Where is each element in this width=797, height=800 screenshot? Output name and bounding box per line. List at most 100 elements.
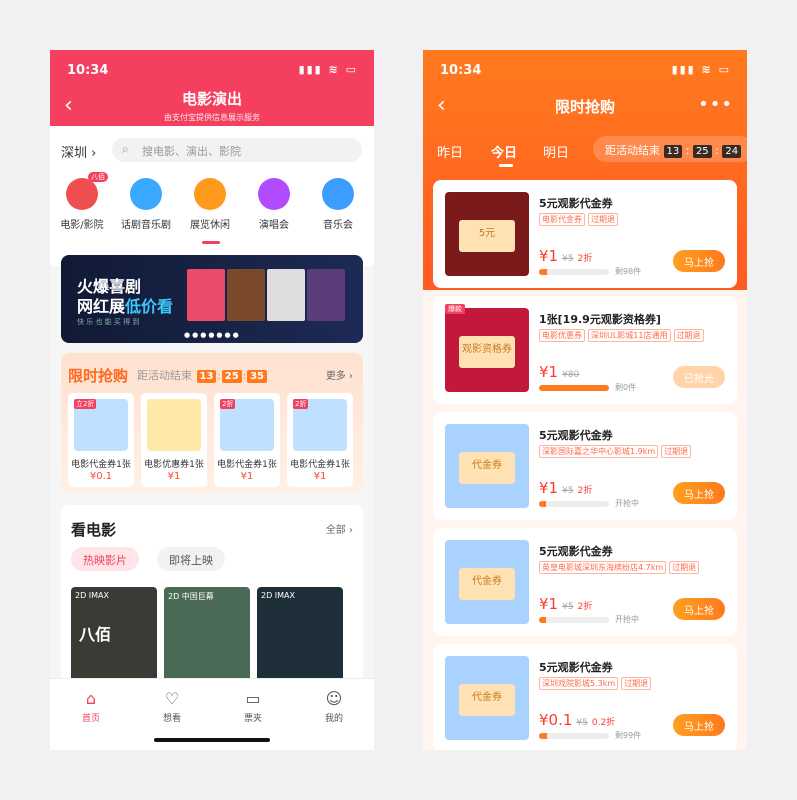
stock-status: 开抢中 bbox=[615, 615, 639, 624]
tab-tickets-icon: ▭ bbox=[245, 689, 261, 708]
status-time: 10:34 bbox=[440, 63, 482, 78]
grab-button[interactable]: 马上抢 bbox=[673, 482, 725, 504]
original-price: ¥5 bbox=[562, 486, 574, 496]
banner-poster bbox=[267, 269, 305, 321]
coupon-tag: 过期退 bbox=[588, 213, 618, 226]
flash-item-card[interactable]: 2折 电影代金券1张 ¥1 bbox=[287, 393, 353, 487]
grab-button: 已抢光 bbox=[673, 366, 725, 388]
status-icons: ▮▮▮ ≋ ▭ bbox=[298, 63, 358, 76]
more-icon[interactable]: ••• bbox=[698, 94, 733, 115]
category-item[interactable]: 八佰 电影/影院 bbox=[50, 172, 114, 231]
tab-profile[interactable]: ☺ 我的 bbox=[304, 689, 364, 724]
discount: 2折 bbox=[577, 486, 593, 496]
category-item[interactable]: 音乐会 bbox=[306, 178, 370, 231]
coupon-title: 5元观影代金券 bbox=[539, 197, 613, 210]
item-price: ¥1 bbox=[313, 471, 327, 482]
flash-countdown: 距活动结束 13:25:35 bbox=[137, 367, 268, 383]
promo-banner[interactable]: 火爆喜剧 网红展低价看 快 乐 也 能 买 得 到 ●●●●●●● bbox=[61, 255, 363, 343]
coupon-image: 5元 bbox=[445, 192, 529, 276]
coupon-card[interactable]: 代金券 5元观影代金券 深影国际嘉之华中心影城1.9km 过期退 ¥1 ¥5 2折 开抢中 马上… bbox=[433, 412, 737, 520]
banner-line2: 网红展低价看 bbox=[77, 297, 174, 316]
sale-price: ¥1 bbox=[539, 363, 559, 381]
category-icon bbox=[130, 178, 162, 210]
status-bar: 10:34 ▮▮▮ ≋ ▭ bbox=[50, 50, 374, 88]
coupon-card[interactable]: 代金券 5元观影代金券 英皇电影城深圳东海缤纷店4.7km 过期退 ¥1 ¥5 2折 开抢中 马… bbox=[433, 528, 737, 636]
discount-tag: 2折 bbox=[220, 399, 236, 409]
coupon-title: 1张[19.9元观影资格券] bbox=[539, 313, 661, 326]
search-placeholder: 搜电影、演出、影院 bbox=[142, 145, 241, 158]
flash-title: 限时抢购 bbox=[68, 367, 129, 385]
movies-all-link[interactable]: 全部 › bbox=[326, 521, 353, 536]
sale-price: ¥1 bbox=[539, 247, 559, 265]
coupon-image: 代金券 bbox=[445, 424, 529, 508]
tab-now-showing[interactable]: 热映影片 bbox=[71, 547, 139, 571]
movie-poster[interactable]: 2D IMAX bbox=[257, 587, 343, 687]
flash-sale-section: 限时抢购 距活动结束 13:25:35 更多 › 立2折 电影代金券1张 ¥0.1 电… bbox=[61, 353, 363, 493]
item-title: 电影优惠券1张 bbox=[144, 460, 204, 470]
coupon-tag: 过期退 bbox=[661, 445, 692, 458]
coupon-tag: 过期退 bbox=[621, 677, 652, 690]
coupon-tag: 深圳UL影城11店通用 bbox=[588, 329, 671, 342]
tab-home[interactable]: ⌂ 首页 bbox=[61, 689, 121, 724]
search-input[interactable]: ⌕ 搜电影、演出、影院 bbox=[112, 138, 362, 162]
stock-status: 开抢中 bbox=[615, 499, 639, 508]
movie-name: 八佰 bbox=[79, 625, 112, 644]
voucher-graphic: 代金券 bbox=[459, 568, 515, 600]
hot-ribbon: 爆款 bbox=[445, 304, 465, 314]
tab-home-icon: ⌂ bbox=[85, 689, 97, 708]
category-item[interactable]: 展览休闲 bbox=[178, 178, 242, 231]
coupon-tag: 深圳戏院影城5.3km bbox=[539, 677, 619, 690]
banner-line3: 快 乐 也 能 买 得 到 bbox=[77, 318, 140, 326]
tab-wishlist[interactable]: ♡ 想看 bbox=[142, 689, 202, 724]
tab-yesterday[interactable]: 昨日 bbox=[437, 142, 463, 161]
voucher-graphic: 5元 bbox=[459, 220, 515, 252]
city-selector[interactable]: 深圳 › bbox=[61, 142, 96, 161]
coupon-tag: 英皇电影城深圳东海缤纷店4.7km bbox=[539, 561, 667, 574]
item-title: 电影代金券1张 bbox=[290, 460, 350, 470]
sale-price: ¥1 bbox=[539, 595, 559, 613]
category-label: 演唱会 bbox=[259, 220, 289, 231]
movie-poster[interactable]: 2D 中国巨幕 bbox=[164, 587, 250, 687]
banner-pager-dots[interactable]: ●●●●●●● bbox=[184, 331, 241, 339]
coupon-price: ¥1 ¥5 2折 bbox=[539, 595, 592, 613]
stock-status: 剩99件 bbox=[615, 731, 642, 740]
coupon-tags: 深影国际嘉之华中心影城1.9km 过期退 bbox=[539, 445, 694, 458]
coupon-tag: 过期退 bbox=[669, 561, 700, 574]
coupon-card[interactable]: 代金券 5元观影代金券 深圳戏院影城5.3km 过期退 ¥0.1 ¥5 0.2折 剩99件 马上… bbox=[433, 644, 737, 750]
stock-progress bbox=[539, 269, 609, 275]
coupon-tag: 深影国际嘉之华中心影城1.9km bbox=[539, 445, 659, 458]
coupon-card[interactable]: 5元 5元观影代金券 电影代金券 过期退 ¥1 ¥5 2折 剩98件 马上抢 bbox=[433, 180, 737, 288]
nav-bar: ‹ 电影演出 由支付宝提供信息展示服务 bbox=[50, 88, 374, 126]
original-price: ¥5 bbox=[576, 718, 588, 728]
flash-item-card[interactable]: 立2折 电影代金券1张 ¥0.1 bbox=[68, 393, 134, 487]
tab-coming-soon[interactable]: 即将上映 bbox=[157, 547, 225, 571]
banner-poster bbox=[307, 269, 345, 321]
coupon-title: 5元观影代金券 bbox=[539, 429, 613, 442]
tab-tickets[interactable]: ▭ 票夹 bbox=[223, 689, 283, 724]
category-item[interactable]: 演唱会 bbox=[242, 178, 306, 231]
category-icon bbox=[194, 178, 226, 210]
grab-button[interactable]: 马上抢 bbox=[673, 714, 725, 736]
tab-today[interactable]: 今日 bbox=[491, 142, 517, 161]
coupon-tag: 过期退 bbox=[673, 329, 704, 342]
page-subtitle: 由支付宝提供信息展示服务 bbox=[164, 113, 260, 122]
category-badge: 八佰 bbox=[88, 172, 108, 182]
discount: 2折 bbox=[577, 254, 593, 264]
category-item[interactable]: 话剧音乐剧 bbox=[114, 178, 178, 231]
flash-item-card[interactable]: 2折 电影代金券1张 ¥1 bbox=[214, 393, 280, 487]
stock-status: 剩0件 bbox=[615, 383, 637, 392]
flash-item-card[interactable]: 电影优惠券1张 ¥1 bbox=[141, 393, 207, 487]
search-icon: ⌕ bbox=[122, 142, 129, 156]
grab-button[interactable]: 马上抢 bbox=[673, 598, 725, 620]
movie-poster[interactable]: 2D IMAX 八佰 bbox=[71, 587, 157, 687]
nav-bar: ‹ 限时抢购 ••• bbox=[423, 88, 747, 126]
coupon-title: 5元观影代金券 bbox=[539, 661, 613, 674]
flash-more-link[interactable]: 更多 › bbox=[326, 367, 353, 382]
coupon-price: ¥1 ¥80 bbox=[539, 363, 579, 381]
page-title: 电影演出 bbox=[181, 90, 242, 108]
movies-title: 看电影 bbox=[71, 521, 117, 539]
grab-button[interactable]: 马上抢 bbox=[673, 250, 725, 272]
coupon-card[interactable]: 观影资格券 爆款 1张[19.9元观影资格券] 电影优惠券 深圳UL影城11店通用 过期退… bbox=[433, 296, 737, 404]
countdown: 距活动结束 13 : 25 : 24 bbox=[593, 136, 747, 162]
tab-tomorrow[interactable]: 明日 bbox=[543, 142, 569, 161]
